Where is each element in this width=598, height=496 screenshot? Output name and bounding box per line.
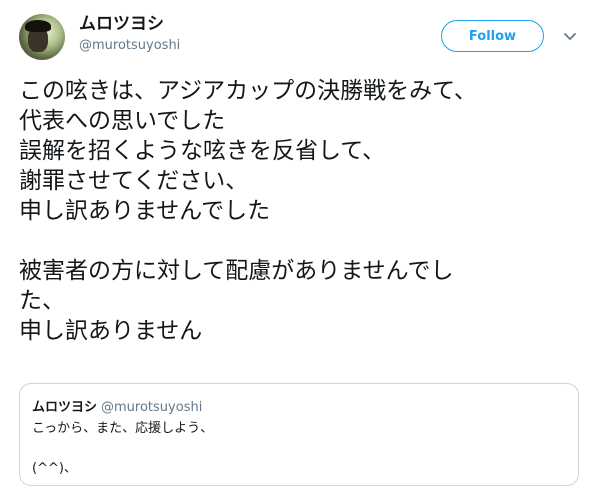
follow-button[interactable]: Follow	[441, 20, 544, 52]
author-name[interactable]: ムロツヨシ	[79, 14, 164, 34]
quoted-tweet-line: (^^)、	[32, 461, 77, 476]
quoted-tweet-line: こっから、また、応援しよう、	[32, 421, 214, 436]
tweet-line: この呟きは、アジアカップの決勝戦をみて、	[19, 78, 477, 104]
tweet-line: た、	[19, 288, 65, 314]
chevron-down-icon[interactable]	[562, 30, 578, 44]
tweet-line: 誤解を招くような呟きを反省して、	[19, 138, 386, 164]
quoted-author-handle: @murotsuyoshi	[101, 400, 203, 415]
quoted-tweet-header: ムロツヨシ @murotsuyoshi	[32, 396, 202, 415]
author-handle[interactable]: @murotsuyoshi	[79, 38, 180, 54]
user-avatar[interactable]	[19, 14, 65, 60]
avatar-hair	[25, 20, 51, 32]
tweet-line: 申し訳ありませんでした	[19, 198, 271, 224]
tweet-card: ムロツヨシ @murotsuyoshi Follow この呟きは、アジアカップの…	[0, 0, 598, 496]
tweet-line: 代表への思いでした	[19, 108, 226, 134]
quoted-author-name: ムロツヨシ	[32, 400, 98, 415]
tweet-text: この呟きは、アジアカップの決勝戦をみて、 代表への思いでした 誤解を招くような呟…	[19, 76, 579, 346]
quoted-tweet[interactable]: ムロツヨシ @murotsuyoshi こっから、また、応援しよう、 (^^)、	[19, 383, 579, 486]
chevron-down-glyph	[564, 33, 576, 40]
tweet-line: 申し訳ありません	[19, 318, 203, 344]
tweet-line: 謝罪させてください、	[19, 168, 249, 194]
tweet-line: 被害者の方に対して配慮がありませんでし	[19, 258, 454, 284]
